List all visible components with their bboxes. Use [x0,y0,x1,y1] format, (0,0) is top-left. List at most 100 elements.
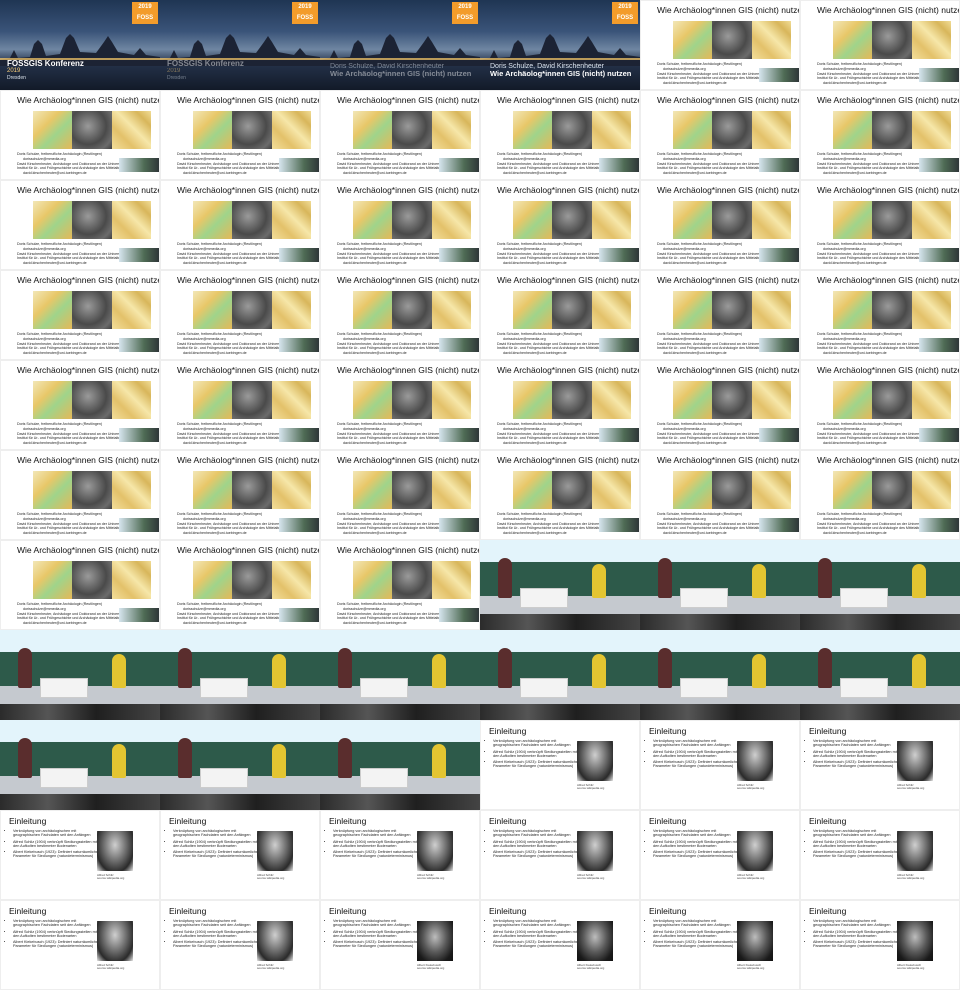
slide-thumbnail[interactable]: Einleitung Verknüpfung von archäologisch… [320,810,480,900]
slide-thumbnail[interactable]: Einleitung Verknüpfung von archäologisch… [320,900,480,990]
slide-thumbnail[interactable]: Wie Archäolog*innen GIS (nicht) nutzen D… [640,90,800,180]
audience-heads [320,704,480,720]
conference-title-thumbnail[interactable]: 2019 FOSS Doris Schulze, David Kirschenhe… [480,0,640,90]
slide-thumbnail[interactable]: Einleitung Verknüpfung von archäologisch… [480,720,640,810]
slide-thumbnail[interactable]: Einleitung Verknüpfung von archäologisch… [480,810,640,900]
slide-thumbnail[interactable]: Wie Archäolog*innen GIS (nicht) nutzen D… [160,270,320,360]
map-image [353,561,393,599]
slide-thumbnail[interactable]: Einleitung Verknüpfung von archäologisch… [160,810,320,900]
room-photo-thumbnail[interactable] [160,630,320,720]
bullet-list: Verknüpfung von archäologischen mit geog… [807,919,901,951]
slide-thumbnail[interactable]: Wie Archäolog*innen GIS (nicht) nutzen D… [640,450,800,540]
slide-thumbnail[interactable]: Wie Archäolog*innen GIS (nicht) nutzen D… [160,540,320,630]
slide-thumbnail[interactable]: Wie Archäolog*innen GIS (nicht) nutzen D… [160,180,320,270]
room-photo-thumbnail[interactable] [160,720,320,810]
speaker-camera-inset [279,518,319,532]
conference-title-thumbnail[interactable]: 2019 FOSS FOSSGIS Konferenz 2019 Dresden [160,0,320,90]
bullet-item: Verknüpfung von archäologischen mit geog… [333,919,421,928]
room-photo-thumbnail[interactable] [480,540,640,630]
slide-thumbnail[interactable]: Einleitung Verknüpfung von archäologisch… [0,810,160,900]
slide-thumbnail[interactable]: Wie Archäolog*innen GIS (nicht) nutzen D… [160,450,320,540]
slide-thumbnail[interactable]: Einleitung Verknüpfung von archäologisch… [800,900,960,990]
slide-thumbnail[interactable]: Einleitung Verknüpfung von archäologisch… [800,720,960,810]
slide-thumbnail[interactable]: Wie Archäolog*innen GIS (nicht) nutzen D… [800,180,960,270]
slide-thumbnail[interactable]: Wie Archäolog*innen GIS (nicht) nutzen D… [800,270,960,360]
lectern-desk [360,678,408,698]
slide-thumbnail[interactable]: Einleitung Verknüpfung von archäologisch… [480,900,640,990]
fossgis-logo: 2019 FOSS [452,2,478,24]
aerial-image [232,201,272,239]
slide-thumbnail[interactable]: Wie Archäolog*innen GIS (nicht) nutzen D… [640,270,800,360]
slide-thumbnail[interactable]: Einleitung Verknüpfung von archäologisch… [160,900,320,990]
map-images [833,471,951,509]
speaker-camera-inset [919,518,959,532]
room-photo-thumbnail[interactable] [640,630,800,720]
slide-thumbnail[interactable]: Wie Archäolog*innen GIS (nicht) nutzen D… [0,450,160,540]
slide-thumbnail[interactable]: Wie Archäolog*innen GIS (nicht) nutzen D… [480,180,640,270]
map-images [513,381,631,419]
slide-thumbnail[interactable]: Einleitung Verknüpfung von archäologisch… [640,900,800,990]
slide-thumbnail[interactable]: Wie Archäolog*innen GIS (nicht) nutzen D… [160,360,320,450]
speaker-figure [338,738,352,778]
slide-thumbnail[interactable]: Wie Archäolog*innen GIS (nicht) nutzen D… [0,360,160,450]
audience-heads [640,704,800,720]
slide-thumbnail[interactable]: Wie Archäolog*innen GIS (nicht) nutzen D… [800,450,960,540]
slide-thumbnail[interactable]: Wie Archäolog*innen GIS (nicht) nutzen D… [800,0,960,90]
slide-heading: Wie Archäolog*innen GIS (nicht) nutzen [177,185,320,195]
slide-thumbnail[interactable]: Wie Archäolog*innen GIS (nicht) nutzen D… [320,270,480,360]
aerial-image [232,381,272,419]
room-photo-thumbnail[interactable] [0,630,160,720]
speaker2-institute: Institut für Ur- und Frühgeschichte und … [497,166,604,170]
slide-thumbnail[interactable]: Einleitung Verknüpfung von archäologisch… [800,810,960,900]
slide-thumbnail[interactable]: Wie Archäolog*innen GIS (nicht) nutzen D… [0,270,160,360]
bullet-item: Verknüpfung von archäologischen mit geog… [813,919,901,928]
slide-thumbnail[interactable]: Wie Archäolog*innen GIS (nicht) nutzen D… [480,450,640,540]
audience-heads [480,614,640,630]
bullet-list: Verknüpfung von archäologischen mit geog… [167,829,261,861]
slide-heading: Wie Archäolog*innen GIS (nicht) nutzen [817,275,960,285]
speaker2-email: david.kirschenheuter@uni-tuebingen.de [823,441,887,445]
slide-thumbnail[interactable]: Wie Archäolog*innen GIS (nicht) nutzen D… [0,540,160,630]
aerial-image [552,201,592,239]
room-photo-thumbnail[interactable] [800,540,960,630]
room-photo-thumbnail[interactable] [320,720,480,810]
slide-thumbnail[interactable]: Wie Archäolog*innen GIS (nicht) nutzen D… [800,360,960,450]
slide-thumbnail[interactable]: Einleitung Verknüpfung von archäologisch… [640,720,800,810]
conference-title-thumbnail[interactable]: 2019 FOSS FOSSGIS Konferenz 2019 Dresden [0,0,160,90]
portrait-source: source:wikipedia.org [577,966,605,971]
room-photo-thumbnail[interactable] [640,540,800,630]
slide-thumbnail[interactable]: Wie Archäolog*innen GIS (nicht) nutzen D… [640,0,800,90]
slide-thumbnail[interactable]: Einleitung Verknüpfung von archäologisch… [0,900,160,990]
slide-thumbnail[interactable]: Wie Archäolog*innen GIS (nicht) nutzen D… [320,540,480,630]
slide-thumbnail[interactable]: Wie Archäolog*innen GIS (nicht) nutzen D… [480,360,640,450]
slide-thumbnail[interactable]: Wie Archäolog*innen GIS (nicht) nutzen D… [320,450,480,540]
lectern-desk [40,678,88,698]
lectern-desk [680,588,728,608]
slide-thumbnail[interactable]: Wie Archäolog*innen GIS (nicht) nutzen D… [480,90,640,180]
slide-thumbnail[interactable]: Wie Archäolog*innen GIS (nicht) nutzen D… [320,90,480,180]
slide-thumbnail[interactable]: Wie Archäolog*innen GIS (nicht) nutzen D… [0,180,160,270]
map-image [33,381,73,419]
slide-thumbnail[interactable]: Wie Archäolog*innen GIS (nicht) nutzen D… [160,90,320,180]
lectern-desk [360,768,408,788]
bullet-item: Verknüpfung von archäologischen mit geog… [493,739,581,748]
speaker1-email: dorisschulze@mmedia.org [343,517,386,521]
slide-heading: Einleitung [329,816,367,826]
room-photo-thumbnail[interactable] [800,630,960,720]
room-photo-thumbnail[interactable] [480,630,640,720]
speaker2-institute: Institut für Ur- und Frühgeschichte und … [337,436,444,440]
slide-thumbnail[interactable]: Wie Archäolog*innen GIS (nicht) nutzen D… [640,360,800,450]
map-images [33,381,151,419]
speaker2-institute: Institut für Ur- und Frühgeschichte und … [497,526,604,530]
map-image [673,291,713,329]
room-photo-thumbnail[interactable] [320,630,480,720]
slide-thumbnail[interactable]: Wie Archäolog*innen GIS (nicht) nutzen D… [640,180,800,270]
room-photo-thumbnail[interactable] [0,720,160,810]
slide-thumbnail[interactable]: Einleitung Verknüpfung von archäologisch… [640,810,800,900]
conference-title-thumbnail[interactable]: 2019 FOSS Doris Schulze, David Kirschenhe… [320,0,480,90]
slide-thumbnail[interactable]: Wie Archäolog*innen GIS (nicht) nutzen D… [0,90,160,180]
slide-thumbnail[interactable]: Wie Archäolog*innen GIS (nicht) nutzen D… [320,360,480,450]
slide-thumbnail[interactable]: Wie Archäolog*innen GIS (nicht) nutzen D… [480,270,640,360]
slide-thumbnail[interactable]: Wie Archäolog*innen GIS (nicht) nutzen D… [320,180,480,270]
slide-thumbnail[interactable]: Wie Archäolog*innen GIS (nicht) nutzen D… [800,90,960,180]
